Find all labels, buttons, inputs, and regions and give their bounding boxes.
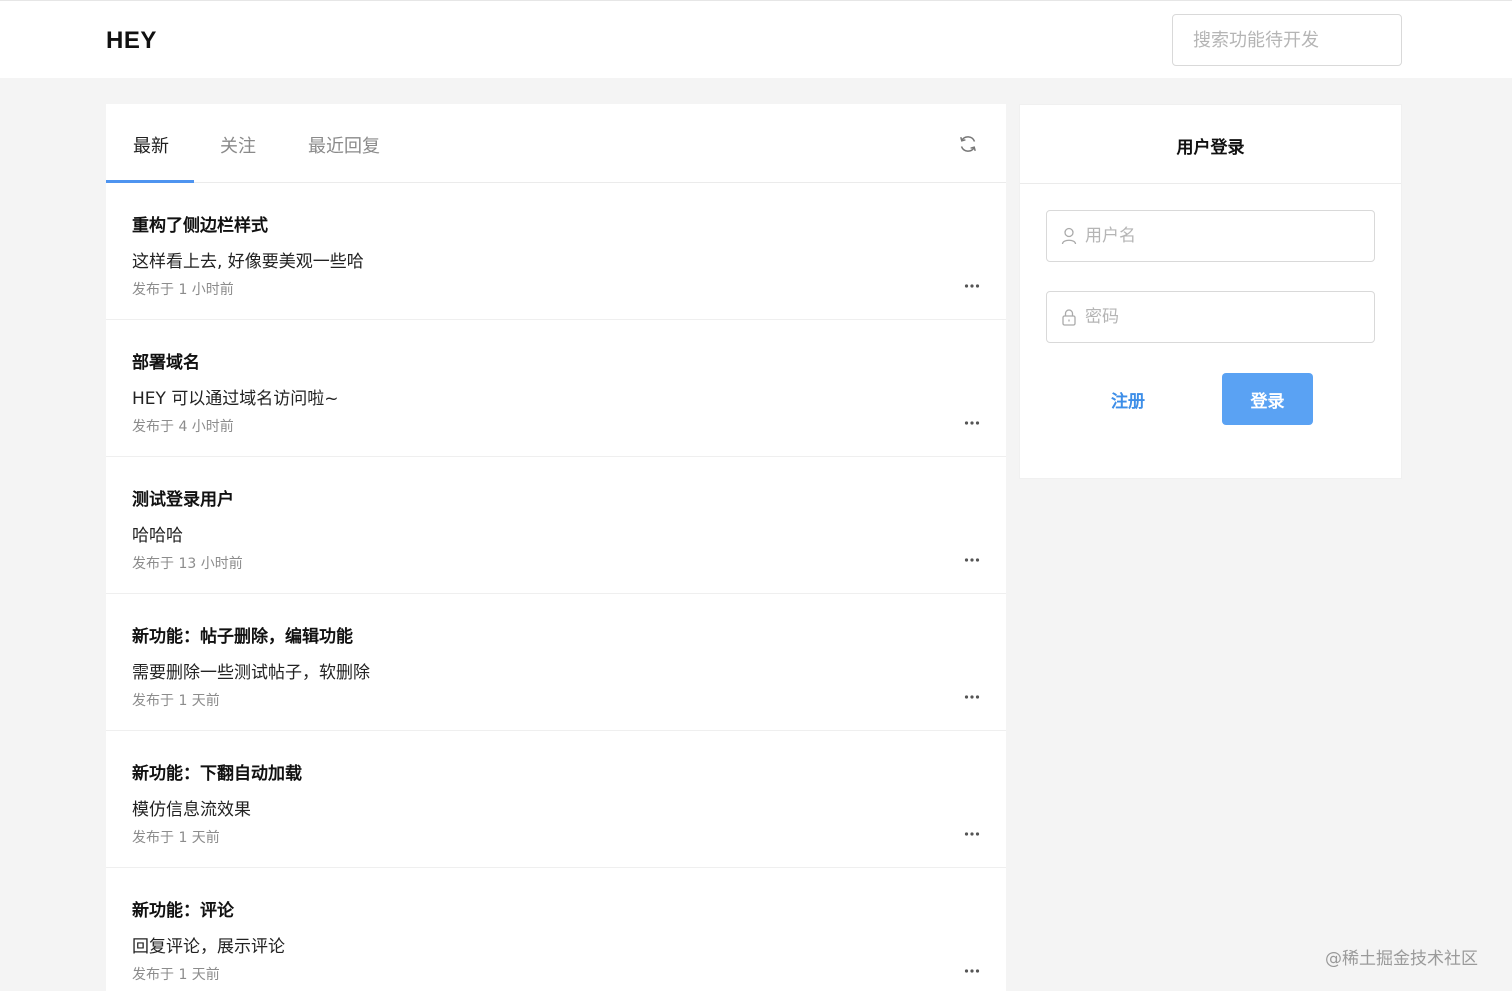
- post-item[interactable]: 部署域名 HEY 可以通过域名访问啦~ 发布于 4 小时前: [106, 320, 1006, 457]
- post-body: 哈哈哈: [132, 526, 183, 546]
- post-body: HEY 可以通过域名访问啦~: [132, 389, 339, 409]
- password-field[interactable]: [1046, 291, 1375, 343]
- post-title[interactable]: 新功能：下翻自动加载: [132, 759, 302, 784]
- login-card: 用户登录 注册 登录: [1019, 104, 1402, 479]
- post-title[interactable]: 部署域名: [132, 348, 200, 373]
- lock-icon: [1062, 309, 1076, 326]
- post-title[interactable]: 新功能：评论: [132, 896, 234, 921]
- post-title[interactable]: 测试登录用户: [132, 485, 234, 510]
- post-timestamp: 发布于 4 小时前: [132, 419, 234, 435]
- search-input[interactable]: [1172, 14, 1402, 66]
- more-icon[interactable]: [964, 968, 980, 974]
- more-icon[interactable]: [964, 694, 980, 700]
- post-body: 需要删除一些测试帖子，软删除: [132, 663, 370, 683]
- refresh-icon[interactable]: [958, 134, 978, 154]
- watermark: @稀土掘金技术社区: [1325, 949, 1478, 969]
- post-item[interactable]: 新功能：下翻自动加载 模仿信息流效果 发布于 1 天前: [106, 731, 1006, 868]
- register-button[interactable]: 注册: [1088, 373, 1168, 425]
- post-item[interactable]: 新功能：帖子删除，编辑功能 需要删除一些测试帖子，软删除 发布于 1 天前: [106, 594, 1006, 731]
- tab-latest[interactable]: 最新: [133, 132, 169, 158]
- feed-tabs: 最新 关注 最近回复: [106, 104, 1006, 183]
- post-body: 模仿信息流效果: [132, 800, 251, 820]
- logo[interactable]: HEY: [106, 27, 157, 55]
- login-button[interactable]: 登录: [1222, 373, 1313, 425]
- post-body: 这样看上去, 好像要美观一些哈: [132, 252, 364, 272]
- user-icon: [1061, 227, 1077, 245]
- top-bar: HEY: [0, 0, 1512, 78]
- tab-following[interactable]: 关注: [220, 132, 256, 158]
- more-icon[interactable]: [964, 283, 980, 289]
- post-item[interactable]: 重构了侧边栏样式 这样看上去, 好像要美观一些哈 发布于 1 小时前: [106, 183, 1006, 320]
- post-timestamp: 发布于 1 天前: [132, 830, 220, 846]
- post-timestamp: 发布于 1 小时前: [132, 282, 234, 298]
- post-timestamp: 发布于 1 天前: [132, 693, 220, 709]
- more-icon[interactable]: [964, 557, 980, 563]
- post-timestamp: 发布于 1 天前: [132, 967, 220, 983]
- post-item[interactable]: 新功能：评论 回复评论，展示评论 发布于 1 天前: [106, 868, 1006, 991]
- post-body: 回复评论，展示评论: [132, 937, 285, 957]
- post-timestamp: 发布于 13 小时前: [132, 556, 243, 572]
- post-title[interactable]: 新功能：帖子删除，编辑功能: [132, 622, 353, 647]
- post-feed: 最新 关注 最近回复 重构了侧边栏样式 这样看上去, 好像要美观一些哈 发布于 …: [106, 104, 1006, 991]
- password-input[interactable]: [1085, 292, 1365, 342]
- login-title: 用户登录: [1020, 105, 1401, 184]
- more-icon[interactable]: [964, 831, 980, 837]
- username-field[interactable]: [1046, 210, 1375, 262]
- post-title[interactable]: 重构了侧边栏样式: [132, 211, 268, 236]
- more-icon[interactable]: [964, 420, 980, 426]
- tab-recent-replies[interactable]: 最近回复: [308, 132, 380, 158]
- username-input[interactable]: [1085, 211, 1365, 261]
- post-item[interactable]: 测试登录用户 哈哈哈 发布于 13 小时前: [106, 457, 1006, 594]
